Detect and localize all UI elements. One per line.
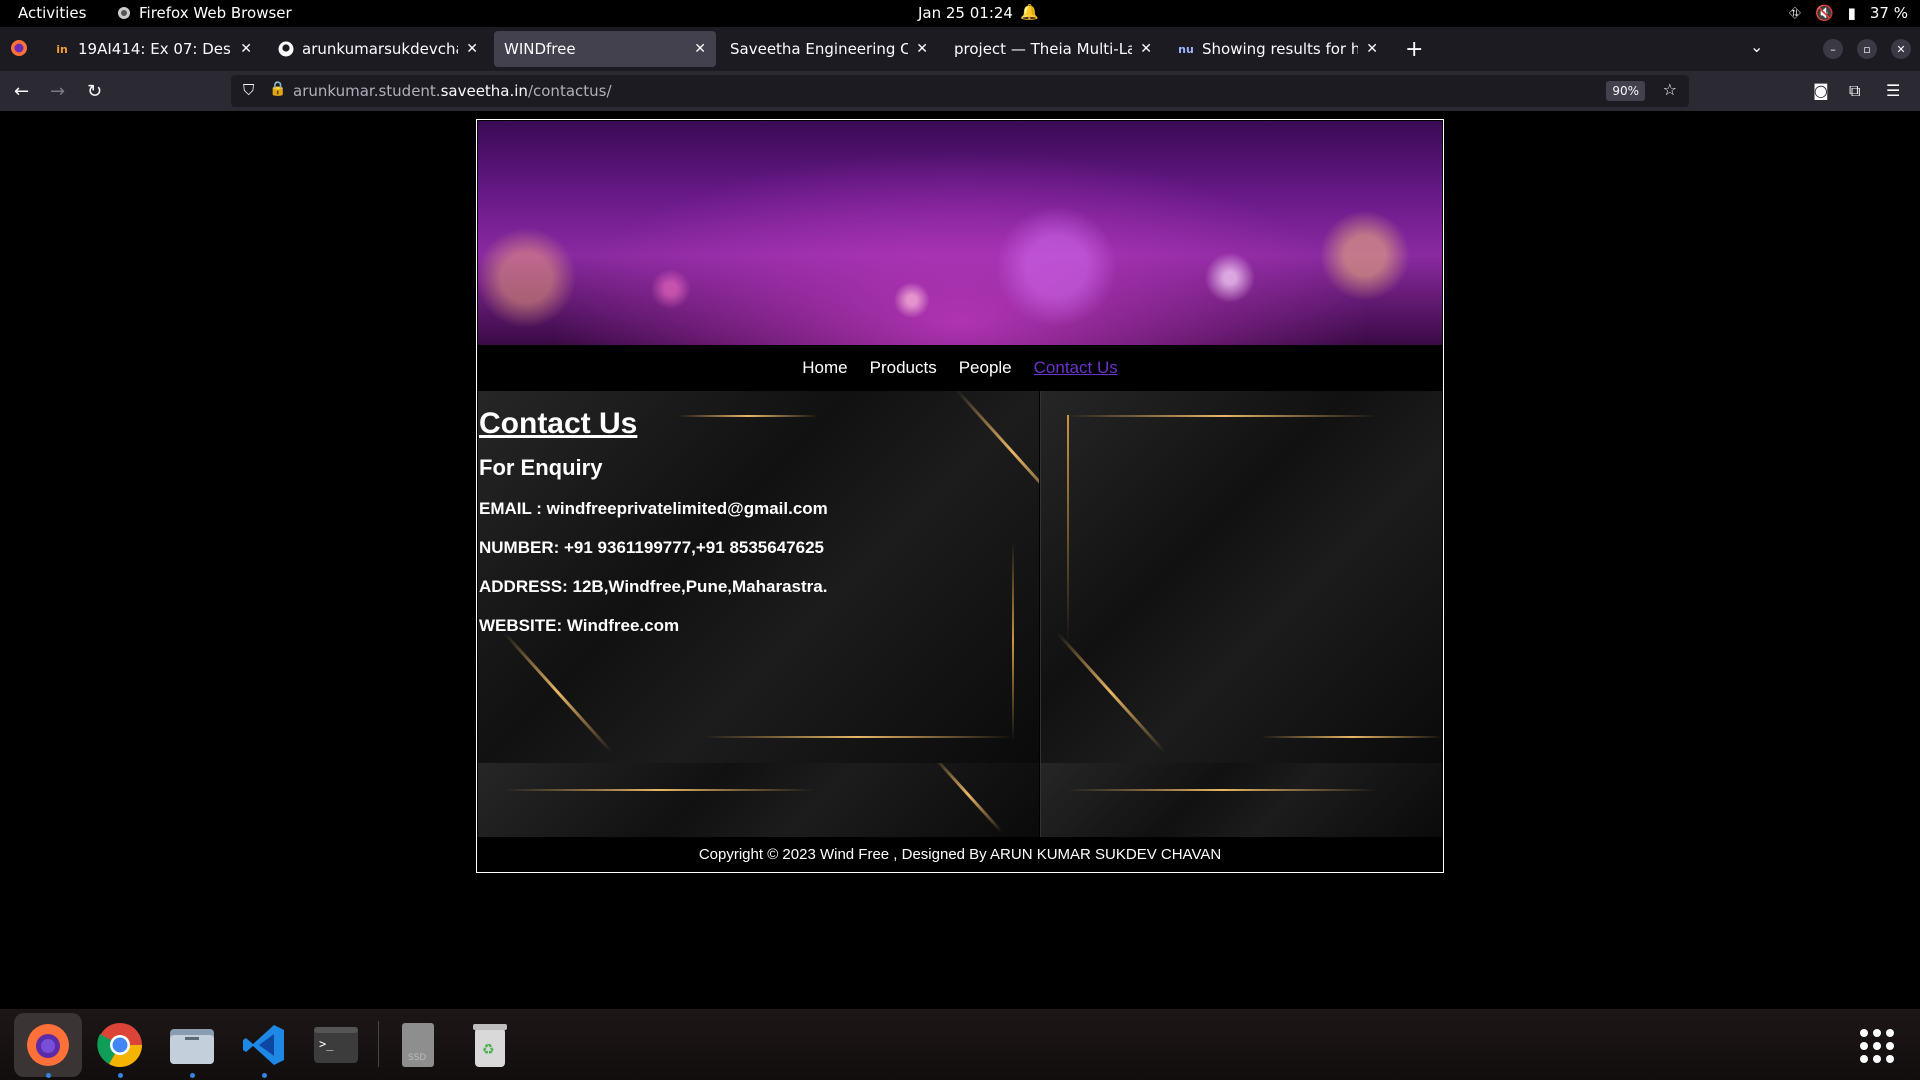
bottom-left-background (478, 763, 1039, 837)
tab-title: arunkumarsukdevchavan (302, 40, 458, 58)
close-tab-icon[interactable]: ✕ (1366, 41, 1378, 57)
contact-address: ADDRESS: 12B,Windfree,Pune,Maharastra. (479, 577, 828, 596)
vscode-icon[interactable] (240, 1021, 288, 1069)
app-menu[interactable]: Firefox Web Browser (117, 4, 292, 22)
tab-title: project — Theia Multi-Langu (954, 40, 1133, 58)
app-name-label: Firefox Web Browser (139, 4, 292, 22)
tab-title: 19AI414: Ex 07: Design a (78, 40, 232, 58)
reload-icon[interactable]: ↻ (87, 81, 102, 102)
nu-icon: nu (1178, 42, 1194, 56)
close-tab-icon[interactable]: ✕ (1140, 41, 1152, 57)
pocket-icon[interactable]: ◙ (1813, 81, 1829, 100)
system-top-bar: Activities Firefox Web Browser Jan 25 01… (0, 0, 1920, 27)
minimize-icon[interactable]: – (1823, 39, 1843, 59)
firefox-icon[interactable] (24, 1021, 72, 1069)
ssd-icon[interactable]: SSD (394, 1021, 442, 1069)
header-banner-image (478, 121, 1442, 345)
url-path: /contactus/ (527, 82, 612, 100)
tab-strip: in 19AI414: Ex 07: Design a ✕ arunkumars… (0, 27, 1920, 71)
show-apps-grid-icon[interactable] (1860, 1029, 1894, 1063)
tab-github[interactable]: arunkumarsukdevchavan ✕ (268, 31, 488, 67)
tab-title: WINDfree (504, 40, 576, 58)
right-background-panel (1040, 391, 1442, 763)
nav-home-link[interactable]: Home (802, 358, 847, 378)
bottom-right-background (1040, 763, 1442, 837)
close-window-icon[interactable]: ✕ (1891, 39, 1911, 59)
network-icon: ⛗ (1788, 4, 1801, 22)
list-all-tabs-chevron-icon[interactable]: ⌄ (1750, 37, 1763, 56)
tab-title: Showing results for http (1202, 40, 1359, 58)
hamburger-menu-icon[interactable]: ☰ (1886, 81, 1900, 100)
close-tab-icon[interactable]: ✕ (916, 41, 928, 57)
clock[interactable]: Jan 25 01:24 (918, 4, 1013, 22)
address-bar[interactable]: ⛉ 🔒 arunkumar.student.saveetha.in/contac… (231, 75, 1689, 107)
system-tray[interactable]: ⛗ 🔇 ▮ 37 % (1789, 4, 1908, 22)
extensions-icon[interactable]: ⧉ (1849, 81, 1860, 101)
web-viewport: Home Products People Contact Us Contact … (0, 111, 1920, 1009)
terminal-icon[interactable]: >_ (312, 1021, 360, 1069)
svg-text:♻: ♻ (482, 1042, 495, 1058)
tab-ex07[interactable]: in 19AI414: Ex 07: Design a ✕ (44, 31, 262, 67)
chrome-icon[interactable] (96, 1021, 144, 1069)
firefox-small-icon (118, 7, 130, 19)
battery-percent: 37 % (1869, 4, 1908, 22)
invision-icon: in (56, 42, 68, 56)
notification-bell-icon[interactable]: 🔔 (1020, 3, 1039, 21)
contact-info: Contact Us For Enquiry EMAIL : windfreep… (479, 407, 828, 655)
contact-number: NUMBER: +91 9361199777,+91 8535647625 (479, 538, 824, 557)
contact-website: WEBSITE: Windfree.com (479, 616, 680, 635)
trash-icon[interactable]: ♻ (466, 1021, 514, 1069)
back-arrow-icon[interactable]: ← (14, 81, 29, 102)
restore-icon[interactable]: ▫ (1857, 39, 1877, 59)
svg-text:SSD: SSD (408, 1053, 426, 1063)
bookmark-star-icon[interactable]: ☆ (1663, 80, 1677, 99)
dock: >_ SSD ♻ (0, 1009, 1920, 1080)
page-title: Contact Us (479, 407, 638, 440)
firefox-view-icon[interactable] (10, 39, 28, 61)
nav-products-link[interactable]: Products (870, 358, 937, 378)
close-tab-icon[interactable]: ✕ (240, 41, 252, 57)
tab-results[interactable]: nu Showing results for http ✕ (1168, 31, 1388, 67)
tab-windfree-active[interactable]: WINDfree ✕ (494, 31, 716, 67)
nav-contact-link[interactable]: Contact Us (1034, 358, 1118, 378)
url-prefix: arunkumar.student. (293, 82, 441, 100)
tab-theia[interactable]: project — Theia Multi-Langu ✕ (944, 31, 1162, 67)
tab-title: Saveetha Engineering Colleg (730, 40, 909, 58)
files-icon[interactable] (168, 1021, 216, 1069)
forward-arrow-icon[interactable]: → (50, 81, 65, 102)
site-nav: Home Products People Contact Us (478, 345, 1442, 391)
shield-icon[interactable]: ⛉ (243, 81, 254, 99)
close-tab-icon[interactable]: ✕ (466, 41, 478, 57)
site-footer: Copyright © 2023 Wind Free , Designed By… (478, 837, 1442, 872)
lock-icon[interactable]: 🔒 (269, 81, 286, 97)
github-icon (278, 41, 294, 57)
navigation-toolbar: ← → ↻ ⛉ 🔒 arunkumar.student.saveetha.in/… (0, 71, 1920, 111)
battery-icon: ▮ (1847, 4, 1856, 22)
zoom-level[interactable]: 90% (1606, 81, 1645, 101)
url-domain: saveetha.in (440, 82, 528, 100)
nav-people-link[interactable]: People (959, 358, 1012, 378)
site-container: Home Products People Contact Us Contact … (476, 119, 1444, 873)
new-tab-plus-icon[interactable]: + (1405, 37, 1423, 62)
enquiry-subheading: For Enquiry (479, 455, 603, 480)
tab-saveetha[interactable]: Saveetha Engineering Colleg ✕ (720, 31, 938, 67)
svg-text:>_: >_ (319, 1037, 334, 1051)
volume-muted-icon: 🔇 (1814, 4, 1834, 22)
activities-button[interactable]: Activities (18, 4, 86, 22)
close-tab-icon[interactable]: ✕ (694, 41, 706, 57)
content-area: Contact Us For Enquiry EMAIL : windfreep… (478, 391, 1442, 837)
url-text[interactable]: arunkumar.student.saveetha.in/contactus/ (293, 82, 612, 100)
contact-email: EMAIL : windfreeprivatelimited@gmail.com (479, 499, 828, 518)
